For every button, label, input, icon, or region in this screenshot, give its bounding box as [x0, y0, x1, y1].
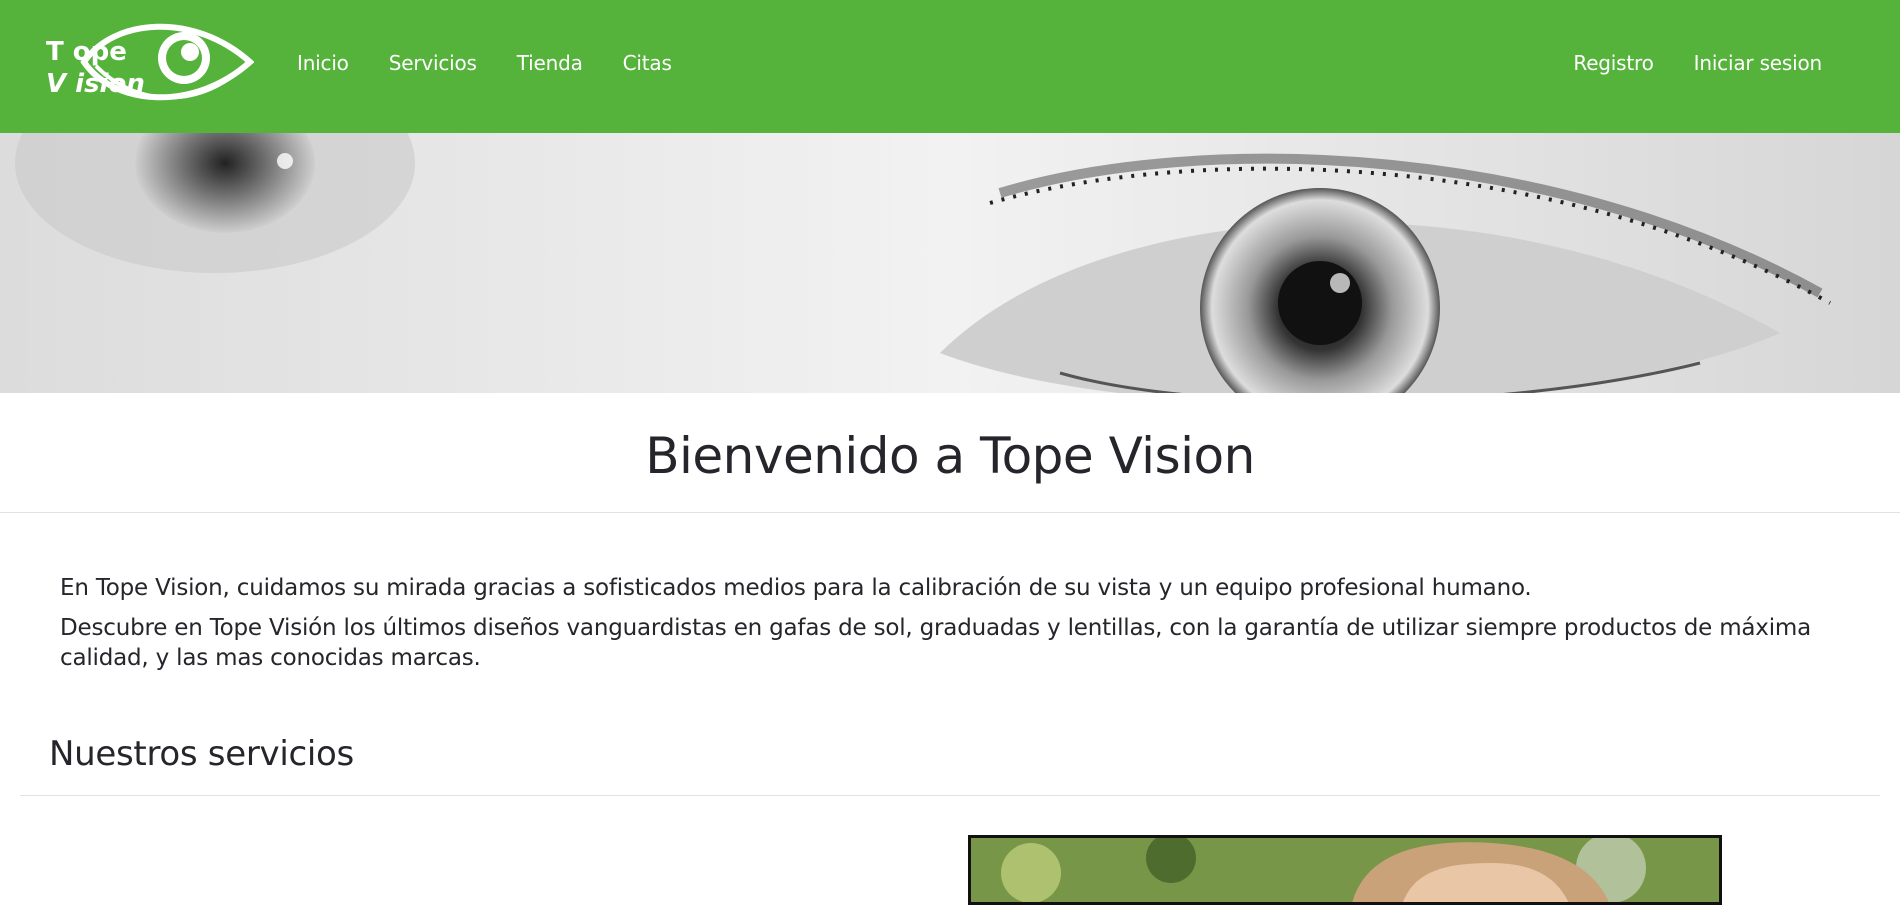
logo-line2: V ision: [46, 69, 145, 99]
hero-banner: [0, 133, 1900, 393]
service-photo: [968, 835, 1722, 905]
account-nav: Registro Iniciar sesion: [1553, 0, 1822, 126]
nav-tienda[interactable]: Tienda: [497, 51, 603, 75]
nav-servicios[interactable]: Servicios: [369, 51, 497, 75]
nav-inicio[interactable]: Inicio: [297, 51, 369, 75]
nav-registro[interactable]: Registro: [1553, 51, 1673, 75]
welcome-section: Bienvenido a Tope Vision: [0, 393, 1900, 513]
hero-eyes-image: [0, 133, 1900, 393]
brand-logo[interactable]: T ope V ision: [44, 14, 254, 110]
intro-paragraph-1: En Tope Vision, cuidamos su mirada graci…: [60, 575, 1532, 601]
welcome-title: Bienvenido a Tope Vision: [645, 426, 1255, 485]
intro-paragraph-2: Descubre en Tope Visión los últimos dise…: [60, 615, 1812, 671]
main-nav: Inicio Servicios Tienda Citas: [297, 0, 692, 126]
intro-section: En Tope Vision, cuidamos su mirada graci…: [60, 573, 1850, 683]
services-title: Nuestros servicios: [49, 734, 354, 774]
nav-citas[interactable]: Citas: [603, 51, 692, 75]
eye-logo-icon: T ope V ision: [46, 23, 254, 101]
top-navbar: T ope V ision Inicio Servicios Tienda Ci…: [0, 0, 1900, 133]
logo-line1: T ope: [46, 37, 127, 67]
services-header: Nuestros servicios: [20, 728, 1880, 796]
woman-photo-image: [971, 838, 1719, 902]
nav-iniciar-sesion[interactable]: Iniciar sesion: [1674, 51, 1823, 75]
